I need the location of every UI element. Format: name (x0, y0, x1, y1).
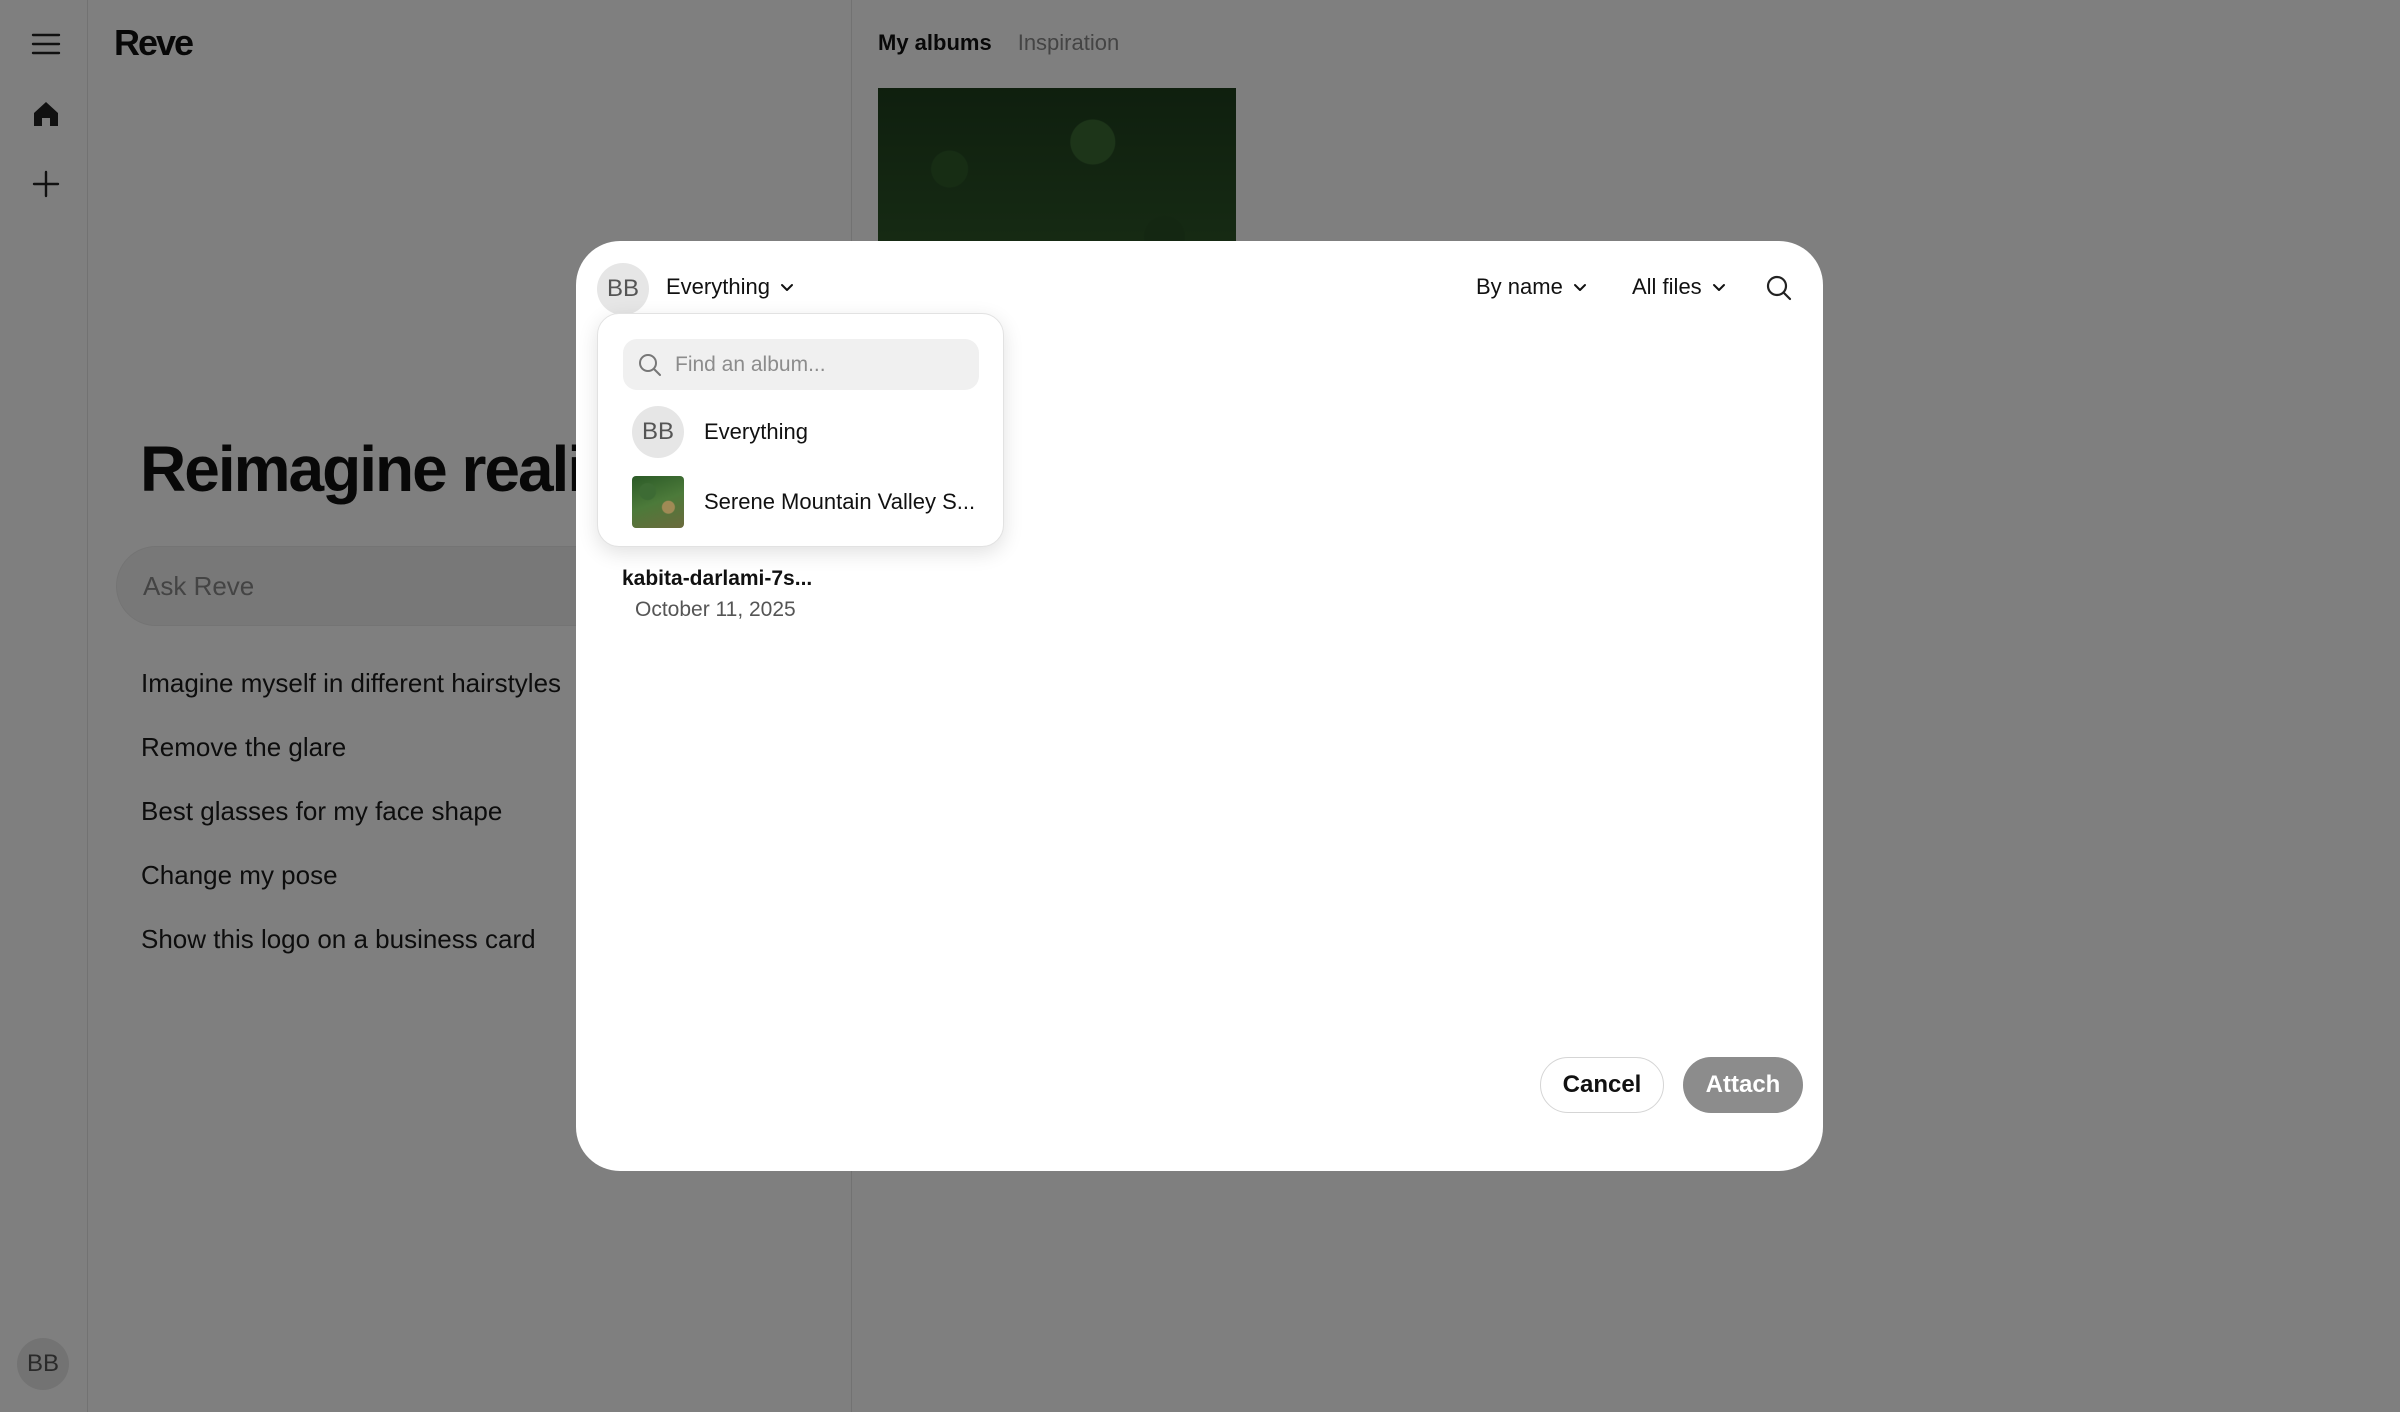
album-thumbnail (632, 476, 684, 528)
album-scope-label: Everything (666, 274, 770, 299)
chevron-down-icon (1573, 284, 1586, 291)
cancel-button[interactable]: Cancel (1540, 1057, 1664, 1113)
avatar: BB (632, 406, 684, 458)
modal-user-initials: BB (606, 275, 639, 302)
file-date: October 11, 2025 (635, 598, 796, 621)
file-type-dropdown[interactable]: All files (1632, 274, 1728, 300)
search-icon (639, 353, 661, 376)
chevron-down-icon (780, 284, 793, 291)
album-option-label: Serene Mountain Valley S... (704, 489, 976, 514)
album-scope-dropdown[interactable]: Everything (666, 274, 796, 300)
album-search-field[interactable] (623, 339, 979, 390)
chevron-down-icon (1712, 284, 1725, 291)
modal-user-avatar: BB (597, 263, 649, 315)
sort-label: By name (1476, 274, 1563, 299)
attach-button[interactable]: Attach (1683, 1057, 1803, 1113)
album-dropdown-menu: BB Everything Serene Mountain Valley S..… (597, 313, 1004, 547)
album-search-input[interactable] (675, 352, 965, 377)
search-icon[interactable] (1762, 271, 1796, 305)
album-option-serene-mountain[interactable]: Serene Mountain Valley S... (632, 476, 975, 528)
album-option-everything[interactable]: BB Everything (632, 406, 808, 458)
sort-dropdown[interactable]: By name (1476, 274, 1589, 300)
avatar-initials: BB (641, 418, 674, 445)
album-option-label: Everything (704, 419, 808, 444)
file-name[interactable]: kabita-darlami-7s... (622, 567, 812, 591)
file-type-label: All files (1632, 274, 1702, 299)
